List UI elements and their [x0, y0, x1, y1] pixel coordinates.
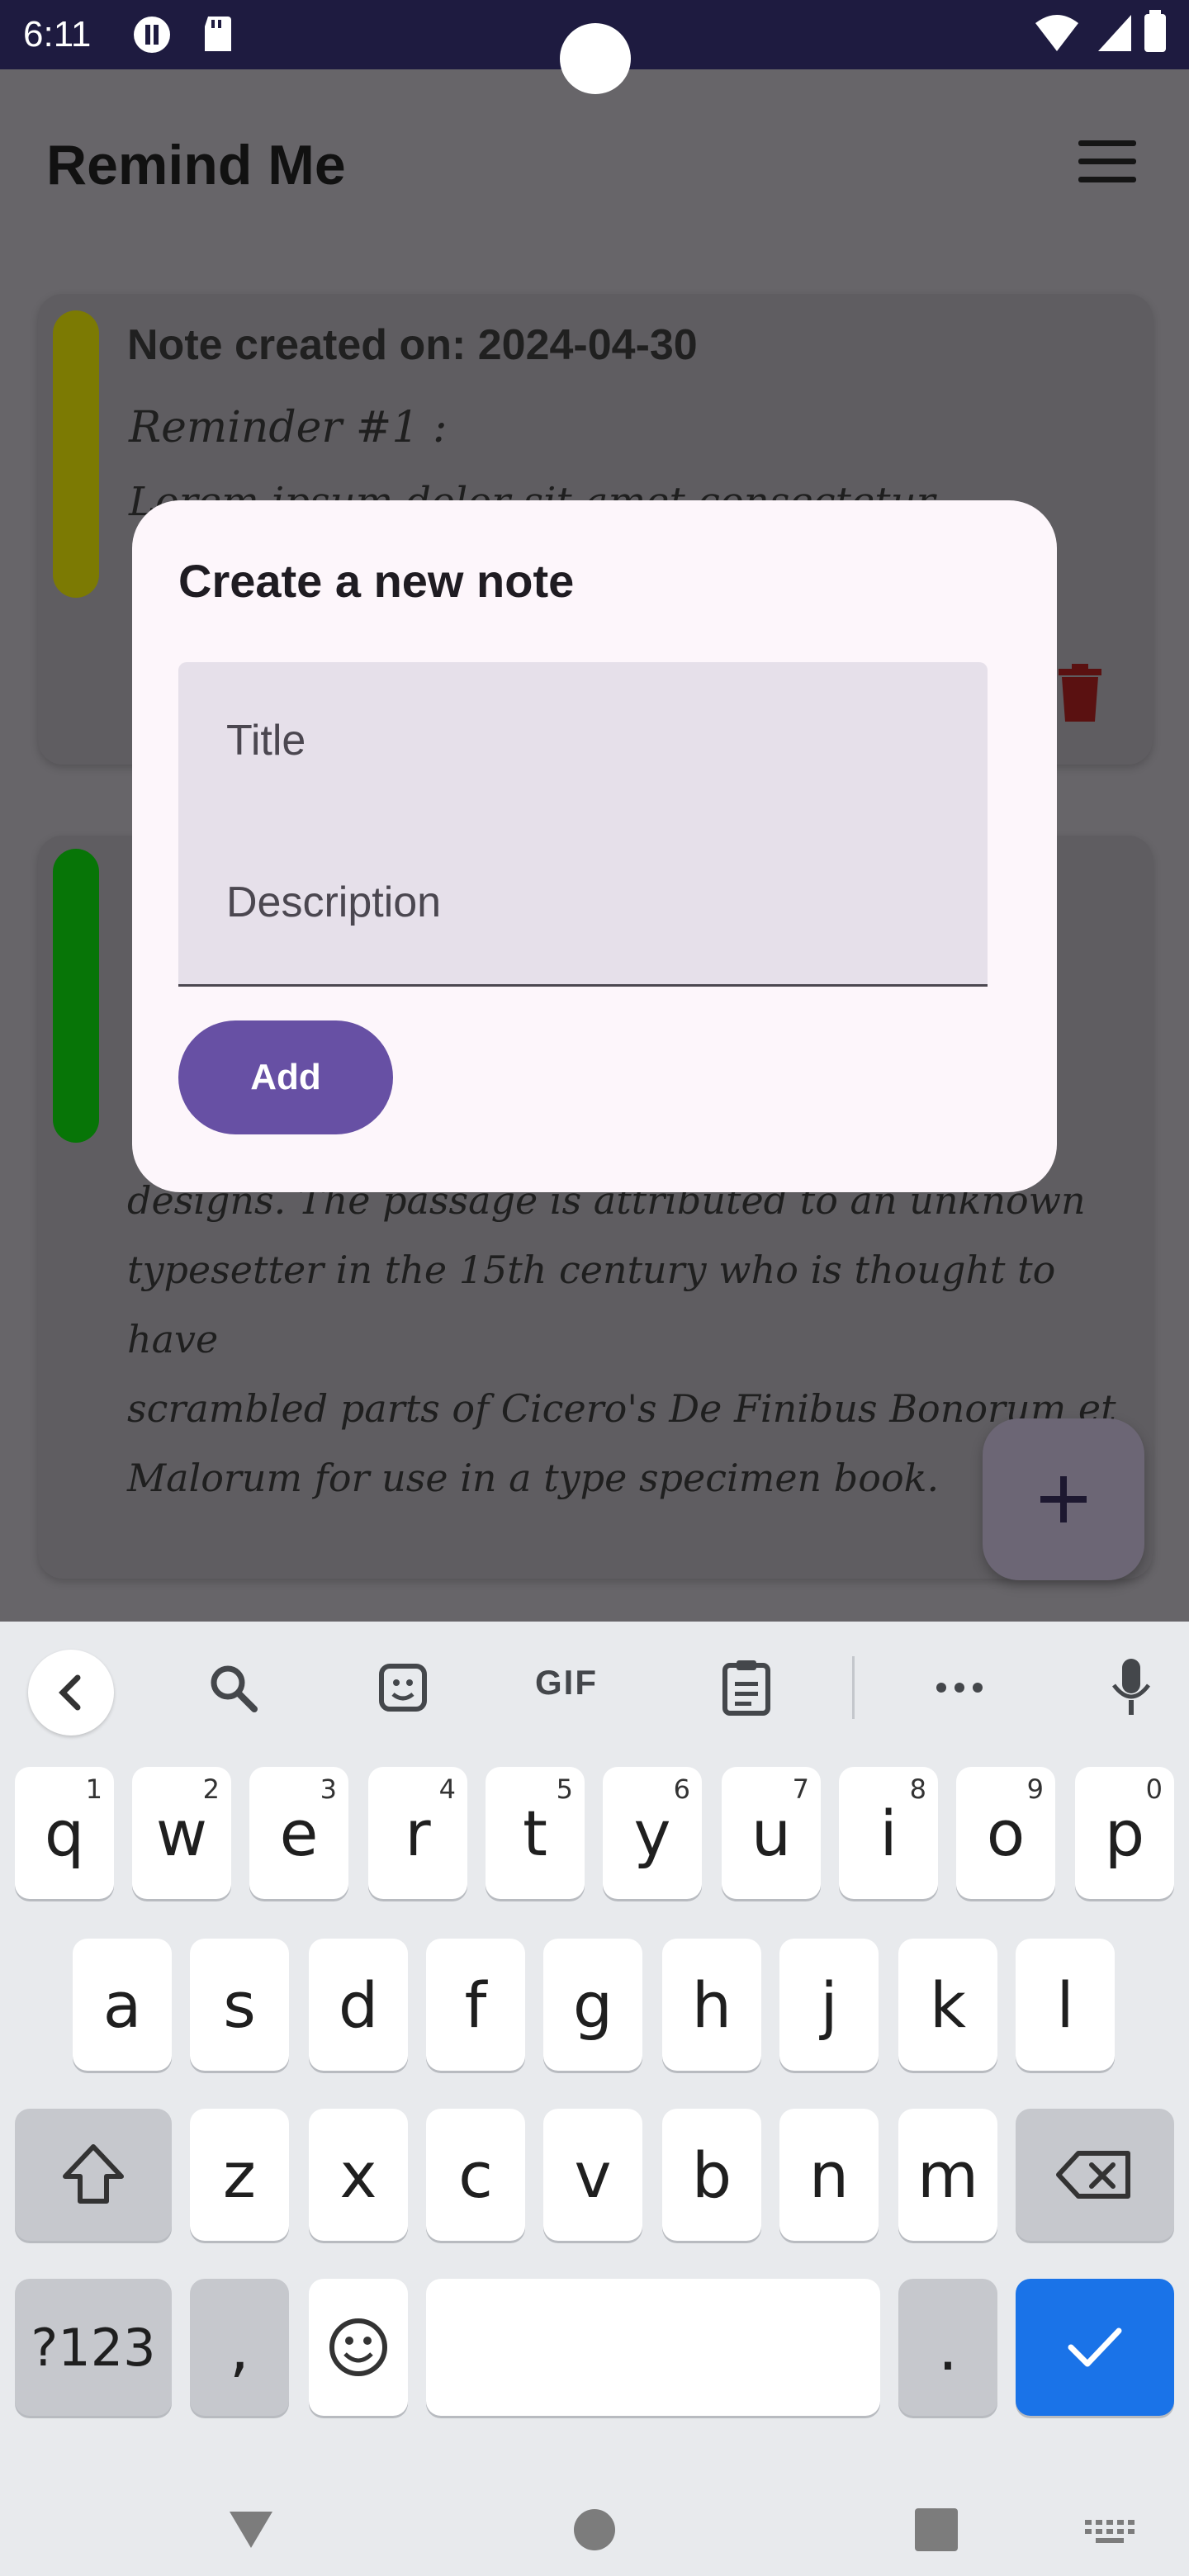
comma-key[interactable]: , [190, 2279, 289, 2416]
create-note-dialog: Create a new note Title Description Add [132, 500, 1057, 1192]
space-key[interactable] [426, 2279, 880, 2416]
back-nav-icon[interactable] [228, 2508, 274, 2551]
shift-icon [63, 2144, 124, 2204]
data-saver-icon [134, 17, 170, 53]
key-o[interactable]: o9 [956, 1767, 1055, 1899]
title-placeholder: Title [226, 717, 306, 765]
key-y[interactable]: y6 [603, 1767, 702, 1899]
emoji-icon [329, 2318, 387, 2376]
key-n[interactable]: n [779, 2109, 879, 2241]
emoji-key[interactable] [309, 2279, 408, 2416]
key-g[interactable]: g [543, 1939, 642, 2071]
note-text: designs. The passage is attributed to an… [127, 1166, 1118, 1513]
wifi-icon [1035, 15, 1078, 51]
key-j[interactable]: j [779, 1939, 879, 2071]
key-x[interactable]: x [309, 2109, 408, 2241]
sd-card-icon [205, 17, 231, 51]
add-note-fab[interactable] [983, 1418, 1144, 1580]
app-title: Remind Me [46, 134, 346, 197]
toolbar-divider [852, 1656, 855, 1719]
menu-icon[interactable] [1078, 140, 1136, 183]
navigation-bar [0, 2488, 1189, 2576]
note-text-line: typesetter in the 15th century who is th… [127, 1248, 1056, 1361]
home-nav-icon[interactable] [573, 2508, 616, 2551]
key-l[interactable]: l [1016, 1939, 1115, 2071]
sticker-icon[interactable] [370, 1655, 436, 1721]
period-key[interactable]: . [898, 2279, 997, 2416]
key-c[interactable]: c [426, 2109, 525, 2241]
symbols-key[interactable]: ?123 [15, 2279, 172, 2416]
note-color-bar [53, 310, 99, 598]
description-input[interactable]: Description [178, 824, 988, 987]
enter-key[interactable] [1016, 2279, 1174, 2416]
key-d[interactable]: d [309, 1939, 408, 2071]
key-h[interactable]: h [662, 1939, 761, 2071]
key-i[interactable]: i8 [839, 1767, 938, 1899]
dialog-title: Create a new note [178, 555, 575, 607]
key-q[interactable]: q1 [15, 1767, 114, 1899]
key-k[interactable]: k [898, 1939, 997, 2071]
note-reminder-label: Reminder #1 : [129, 403, 448, 452]
signal-icon [1098, 15, 1131, 51]
description-placeholder: Description [226, 878, 442, 926]
key-a[interactable]: a [73, 1939, 172, 2071]
clipboard-icon[interactable] [713, 1655, 779, 1721]
backspace-key[interactable] [1016, 2109, 1174, 2241]
note-text-line: scrambled parts of Cicero's De Finibus B… [127, 1386, 1116, 1431]
key-e[interactable]: e3 [249, 1767, 348, 1899]
key-w[interactable]: w2 [132, 1767, 231, 1899]
gif-button[interactable]: GIF [535, 1663, 598, 1702]
recents-nav-icon[interactable] [915, 2508, 958, 2551]
key-s[interactable]: s [190, 1939, 289, 2071]
plus-icon [1040, 1476, 1087, 1522]
keyboard-toolbar: GIF [0, 1622, 1189, 1745]
soft-keyboard: GIF q1 w2 e3 r4 t5 y6 u7 i8 o9 p0 a s d … [0, 1622, 1189, 2488]
camera-cutout [560, 23, 631, 94]
chevron-left-icon[interactable] [28, 1650, 114, 1735]
key-r[interactable]: r4 [368, 1767, 467, 1899]
backspace-icon [1056, 2151, 1130, 2199]
key-m[interactable]: m [898, 2109, 997, 2241]
search-icon[interactable] [200, 1655, 266, 1721]
key-p[interactable]: p0 [1075, 1767, 1174, 1899]
add-button[interactable]: Add [178, 1020, 393, 1134]
key-f[interactable]: f [426, 1939, 525, 2071]
checkmark-icon [1068, 2327, 1122, 2367]
battery-icon [1144, 10, 1166, 52]
shift-key[interactable] [15, 2109, 172, 2241]
delete-icon[interactable] [1057, 664, 1103, 722]
microphone-icon[interactable] [1098, 1655, 1164, 1721]
key-z[interactable]: z [190, 2109, 289, 2241]
more-icon[interactable] [926, 1655, 992, 1721]
note-heading: Note created on: 2024-04-30 [127, 321, 698, 369]
key-t[interactable]: t5 [486, 1767, 585, 1899]
status-time: 6:11 [23, 14, 92, 54]
note-color-bar [53, 849, 99, 1143]
note-text-line: Malorum for use in a type specimen book. [127, 1456, 940, 1500]
key-v[interactable]: v [543, 2109, 642, 2241]
keyboard-switch-icon[interactable] [1085, 2520, 1135, 2545]
key-u[interactable]: u7 [722, 1767, 821, 1899]
title-input[interactable]: Title [178, 662, 988, 828]
key-b[interactable]: b [662, 2109, 761, 2241]
